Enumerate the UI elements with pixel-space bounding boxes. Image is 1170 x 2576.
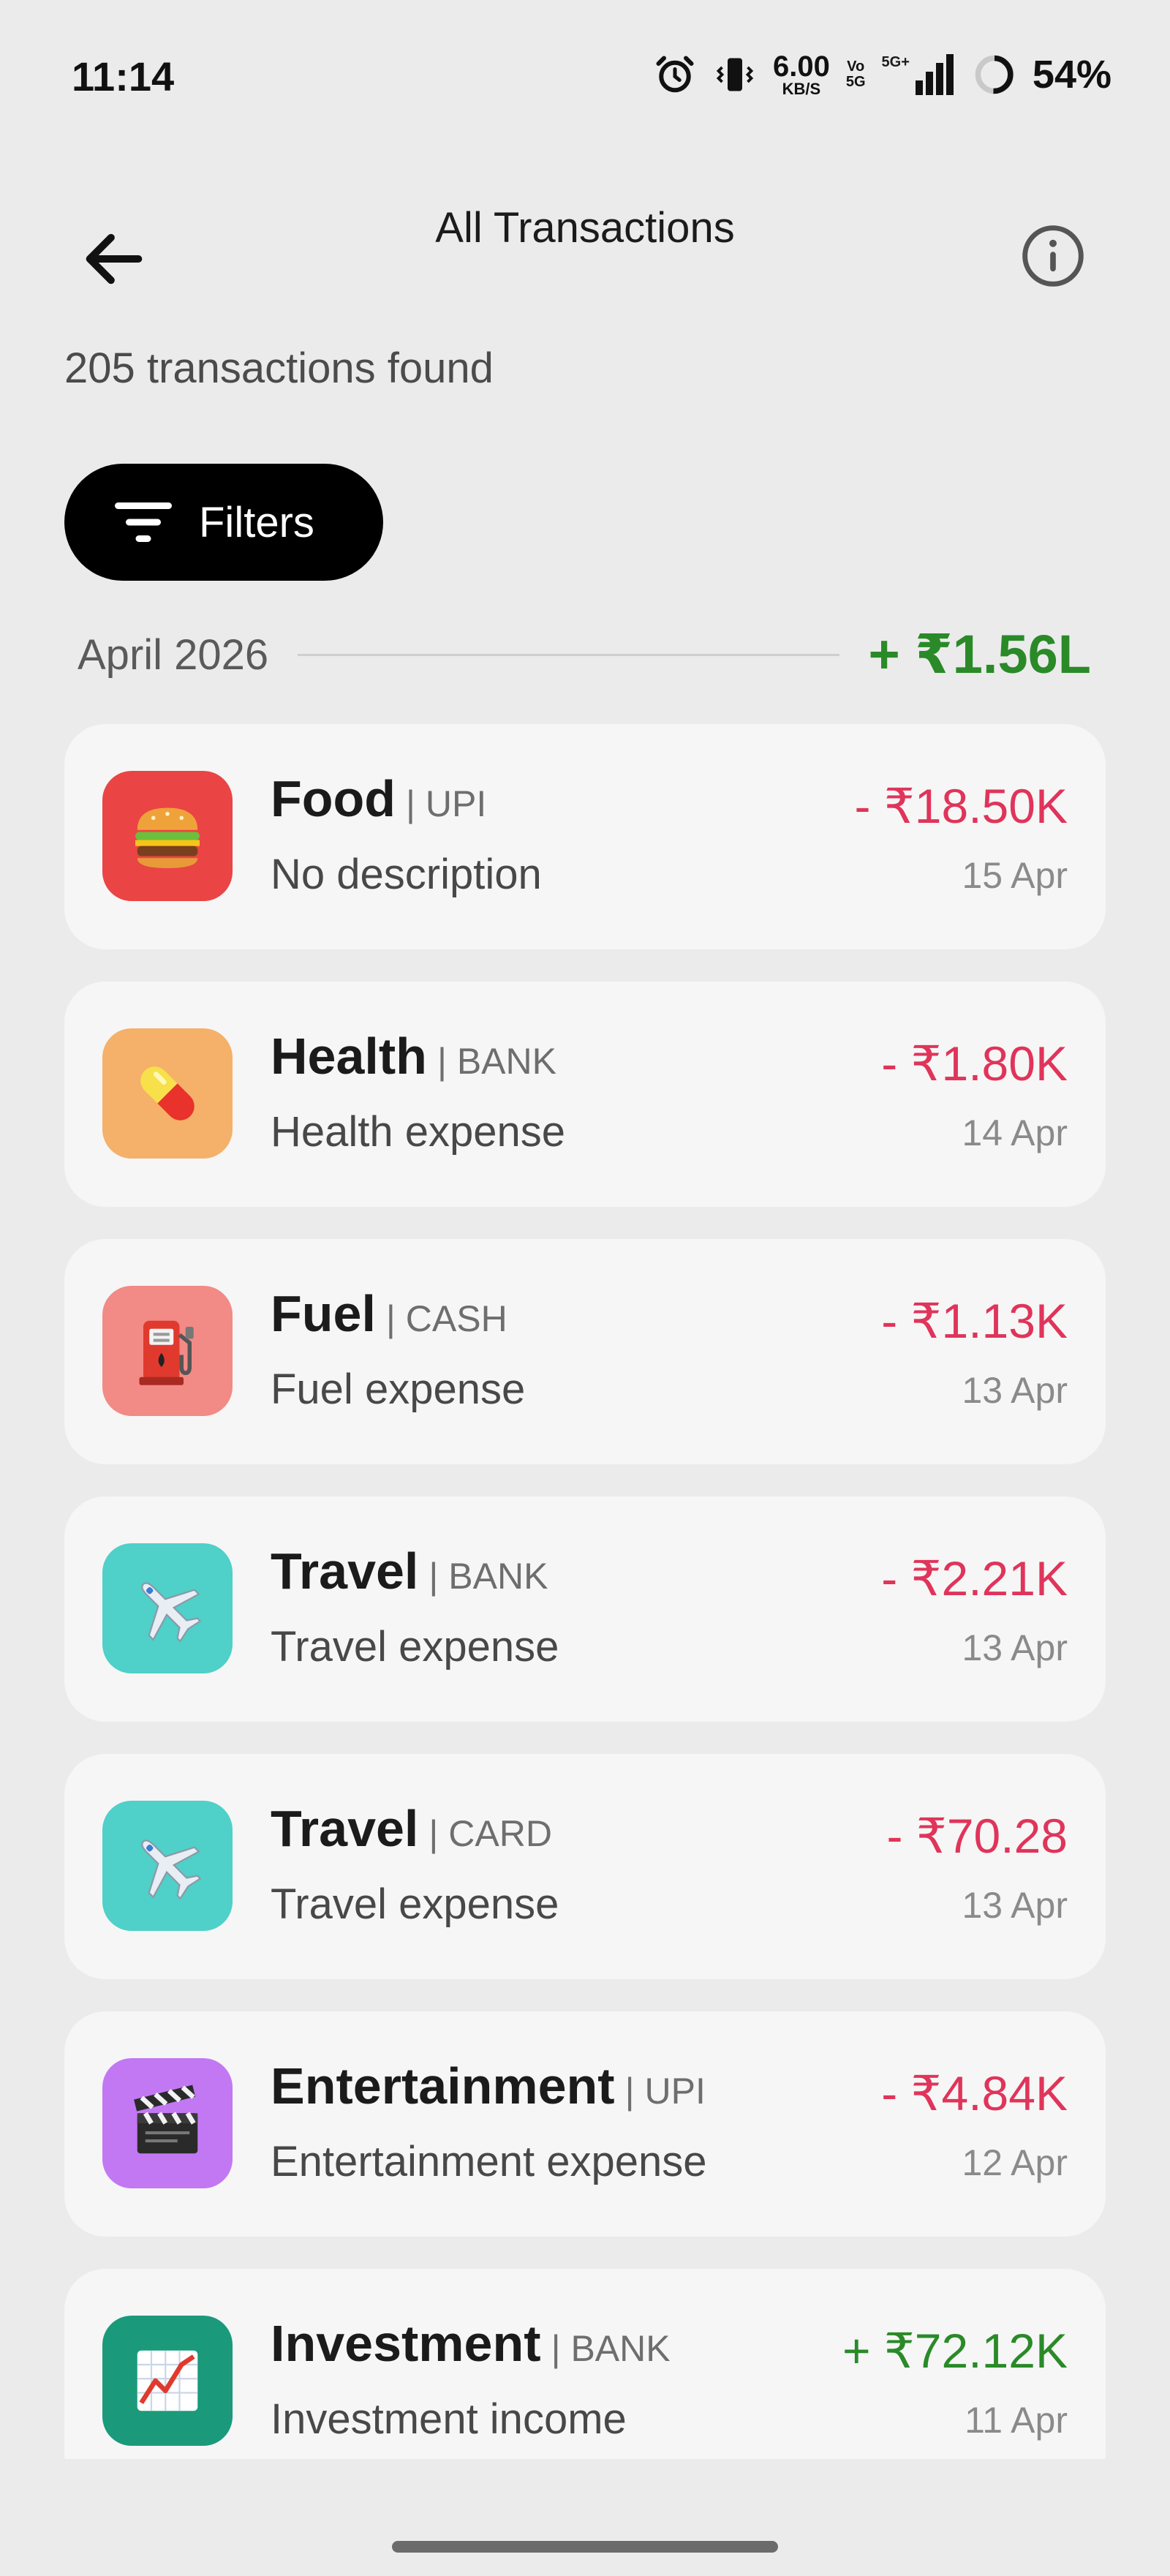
battery-percent: 54% xyxy=(1032,53,1112,97)
transaction-card[interactable]: Travel | CARD Travel expense - ₹70.28 13… xyxy=(64,1754,1106,1979)
payment-method: | BANK xyxy=(551,2328,671,2369)
status-time: 11:14 xyxy=(72,53,175,99)
pill-icon xyxy=(140,1066,195,1121)
signal-icon: 5G+ xyxy=(882,54,956,95)
transaction-description: Entertainment expense xyxy=(271,2138,707,2185)
info-icon xyxy=(1022,225,1084,287)
payment-method: | UPI xyxy=(406,783,487,824)
transaction-title: Entertainment | UPI xyxy=(271,2057,706,2115)
transaction-amount: - ₹1.13K xyxy=(881,1294,1068,1348)
transaction-date: 12 Apr xyxy=(962,2142,1068,2183)
status-bar: 11:14 6.00 KB/S Vo 5G 5G+ 54% xyxy=(0,0,1170,146)
month-group-header: April 2026 + ₹1.56L xyxy=(78,622,1091,688)
category-icon-tile xyxy=(102,1028,233,1159)
transaction-title: Travel | CARD xyxy=(271,1799,552,1858)
category-icon-tile xyxy=(102,1801,233,1931)
alarm-icon xyxy=(653,53,697,97)
payment-method: | BANK xyxy=(429,1556,548,1597)
category-icon-tile xyxy=(102,1286,233,1416)
payment-method: | CARD xyxy=(429,1813,552,1854)
transaction-category: Investment xyxy=(271,2315,541,2372)
transaction-card[interactable]: Investment | BANK Investment income + ₹7… xyxy=(64,2269,1106,2459)
transaction-description: Travel expense xyxy=(271,1880,559,1928)
transaction-description: No description xyxy=(271,851,542,898)
transaction-card[interactable]: Fuel | CASH Fuel expense - ₹1.13K 13 Apr xyxy=(64,1239,1106,1464)
category-icon-tile xyxy=(102,2058,233,2188)
transaction-date: 15 Apr xyxy=(962,855,1068,896)
battery-ring-icon xyxy=(973,53,1016,97)
transaction-card[interactable]: Health | BANK Health expense - ₹1.80K 14… xyxy=(64,982,1106,1207)
month-label: April 2026 xyxy=(78,630,269,679)
transaction-amount: - ₹2.21K xyxy=(881,1551,1068,1605)
transaction-category: Travel xyxy=(271,1543,419,1600)
clapperboard-icon xyxy=(134,2084,198,2154)
page-title: All Transactions xyxy=(435,204,735,252)
airplane-icon xyxy=(141,1582,202,1643)
transaction-date: 11 Apr xyxy=(965,2400,1068,2441)
transaction-category: Fuel xyxy=(271,1285,376,1342)
payment-method: | UPI xyxy=(624,2071,706,2112)
transaction-card[interactable]: Food | UPI No description - ₹18.50K 15 A… xyxy=(64,724,1106,949)
transaction-title: Fuel | CASH xyxy=(271,1284,507,1343)
category-icon-tile xyxy=(102,2316,233,2446)
transaction-date: 14 Apr xyxy=(962,1112,1068,1153)
transaction-amount: - ₹1.80K xyxy=(881,1036,1068,1091)
transaction-amount: - ₹18.50K xyxy=(854,779,1068,833)
transaction-title: Health | BANK xyxy=(271,1027,556,1085)
volte-indicator: Vo 5G xyxy=(845,59,866,90)
transaction-category: Travel xyxy=(271,1800,419,1857)
burger-icon xyxy=(135,807,200,868)
transaction-title: Travel | BANK xyxy=(271,1542,548,1600)
status-icons: 6.00 KB/S Vo 5G 5G+ 54% xyxy=(653,48,1112,101)
vibrate-icon xyxy=(713,53,757,97)
airplane-icon xyxy=(141,1839,202,1900)
month-divider xyxy=(298,653,839,656)
transaction-date: 13 Apr xyxy=(962,1885,1068,1926)
transaction-description: Fuel expense xyxy=(271,1366,526,1413)
payment-method: | BANK xyxy=(437,1041,556,1082)
month-total: + ₹1.56L xyxy=(868,624,1092,685)
home-indicator[interactable] xyxy=(392,2541,778,2553)
info-button[interactable] xyxy=(1009,212,1097,300)
fuel-pump-icon xyxy=(139,1320,194,1385)
transaction-amount: + ₹72.12K xyxy=(842,2324,1068,2378)
transaction-category: Entertainment xyxy=(271,2057,615,2114)
filter-lines-icon xyxy=(115,502,172,542)
transaction-date: 13 Apr xyxy=(962,1627,1068,1668)
chart-up-icon xyxy=(137,2350,198,2411)
filters-button[interactable]: Filters xyxy=(64,464,383,581)
transaction-date: 13 Apr xyxy=(962,1370,1068,1411)
payment-method: | CASH xyxy=(385,1298,507,1339)
transaction-category: Food xyxy=(271,770,396,827)
app-bar: All Transactions xyxy=(0,168,1170,322)
transaction-card[interactable]: Entertainment | UPI Entertainment expens… xyxy=(64,2011,1106,2237)
transaction-title: Food | UPI xyxy=(271,769,486,828)
transaction-card[interactable]: Travel | BANK Travel expense - ₹2.21K 13… xyxy=(64,1496,1106,1722)
transaction-description: Investment income xyxy=(271,2395,627,2443)
transaction-title: Investment | BANK xyxy=(271,2314,671,2373)
transaction-amount: - ₹4.84K xyxy=(881,2066,1068,2120)
filters-label: Filters xyxy=(199,498,314,546)
network-speed: 6.00 KB/S xyxy=(773,50,830,98)
transaction-list: Food | UPI No description - ₹18.50K 15 A… xyxy=(64,724,1106,2459)
transactions-count: 205 transactions found xyxy=(64,344,494,392)
transaction-description: Travel expense xyxy=(271,1623,559,1671)
transaction-category: Health xyxy=(271,1028,427,1085)
category-icon-tile xyxy=(102,1543,233,1673)
transaction-amount: - ₹70.28 xyxy=(886,1809,1068,1863)
category-icon-tile xyxy=(102,771,233,901)
transaction-description: Health expense xyxy=(271,1108,566,1156)
